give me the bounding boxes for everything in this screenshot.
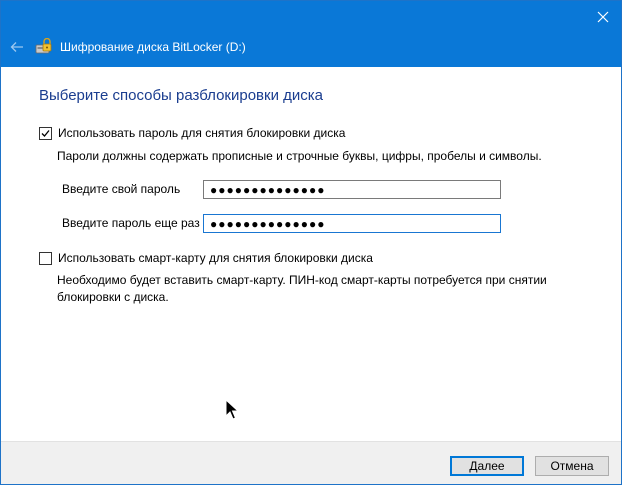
password-checkbox-label: Использовать пароль для снятия блокировк…: [58, 126, 346, 140]
page-heading: Выберите способы разблокировки диска: [39, 87, 323, 104]
wizard-content: Выберите способы разблокировки диска Исп…: [1, 67, 621, 441]
close-icon: [597, 11, 609, 23]
checkmark-icon: [41, 129, 50, 137]
window-title: Шифрование диска BitLocker (D:): [60, 40, 246, 54]
smartcard-checkbox-label: Использовать смарт-карту для снятия блок…: [58, 251, 373, 265]
wizard-footer: Далее Отмена: [1, 441, 621, 484]
cancel-button[interactable]: Отмена: [535, 456, 609, 476]
confirm-password-field-label: Введите пароль еще раз: [62, 216, 200, 230]
title-bar: Шифрование диска BitLocker (D:): [1, 1, 621, 67]
password-input[interactable]: ●●●●●●●●●●●●●●: [203, 180, 501, 199]
smartcard-option-row[interactable]: Использовать смарт-карту для снятия блок…: [39, 251, 373, 265]
next-button[interactable]: Далее: [450, 456, 524, 476]
password-field-label: Введите свой пароль: [62, 182, 181, 196]
close-button[interactable]: [591, 5, 615, 29]
back-button[interactable]: [7, 37, 27, 57]
password-checkbox[interactable]: [39, 126, 52, 140]
smartcard-checkbox[interactable]: [39, 251, 52, 265]
back-arrow-icon: [10, 42, 23, 52]
password-requirements-text: Пароли должны содержать прописные и стро…: [57, 149, 542, 163]
bitlocker-icon: [35, 38, 52, 54]
confirm-password-input[interactable]: ●●●●●●●●●●●●●●: [203, 214, 501, 233]
password-option-row[interactable]: Использовать пароль для снятия блокировк…: [39, 126, 345, 140]
smartcard-description-text: Необходимо будет вставить смарт-карту. П…: [57, 273, 547, 304]
mouse-pointer-icon: [225, 399, 239, 420]
bitlocker-wizard-window: Шифрование диска BitLocker (D:) Выберите…: [0, 0, 622, 485]
